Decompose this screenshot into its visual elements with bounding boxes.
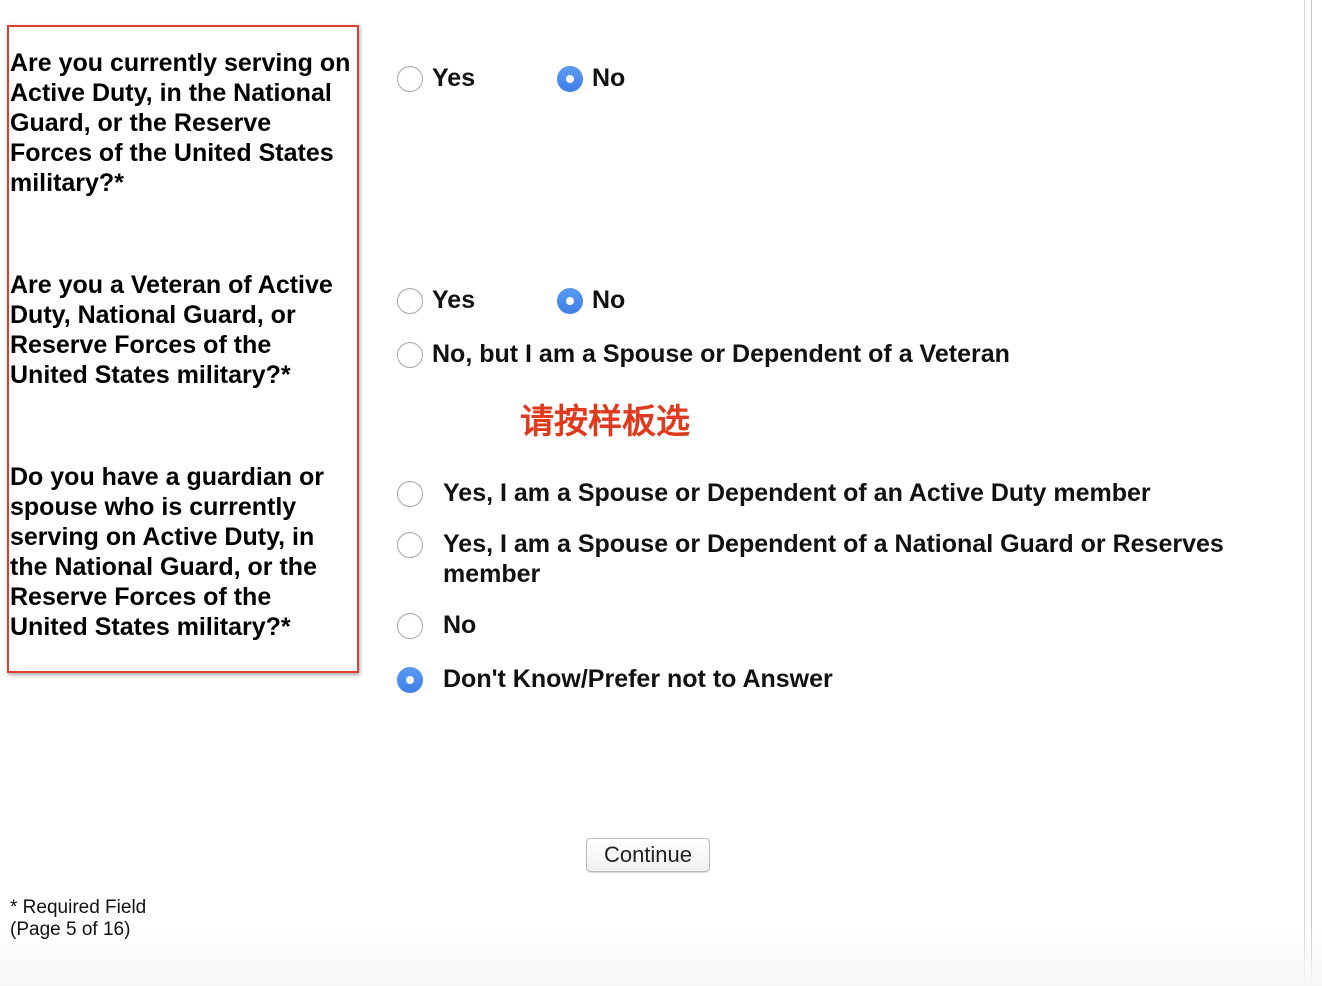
option-label: No (592, 64, 626, 92)
question-veteran: Are you a Veteran of Active Duty, Nation… (10, 271, 333, 389)
q2-option-no[interactable]: No (557, 286, 626, 315)
q3-option-no[interactable]: No (397, 611, 477, 640)
q1-option-no[interactable]: No (557, 64, 626, 93)
option-label: Yes (432, 64, 476, 92)
option-label: Don't Know/Prefer not to Answer (443, 665, 833, 693)
option-label: Yes (432, 286, 476, 314)
q3-option-spouse-active-duty[interactable]: Yes, I am a Spouse or Dependent of an Ac… (397, 479, 1277, 508)
instruction-annotation: 请按样板选 (520, 402, 690, 442)
page-indicator: (Page 5 of 16) (10, 919, 131, 940)
option-label: No, but I am a Spouse or Dependent of a … (432, 340, 1010, 368)
radio-button[interactable] (397, 532, 423, 558)
question-active-duty: Are you currently serving on Active Duty… (10, 49, 351, 197)
radio-button[interactable] (397, 481, 423, 507)
option-label: Yes, I am a Spouse or Dependent of a Nat… (443, 530, 1224, 588)
q1-option-yes[interactable]: Yes (397, 64, 476, 93)
q3-option-spouse-guard-reserves[interactable]: Yes, I am a Spouse or Dependent of a Nat… (397, 530, 1277, 589)
radio-button[interactable] (397, 613, 423, 639)
required-field-note: * Required Field (10, 897, 147, 918)
continue-button[interactable]: Continue (586, 838, 710, 872)
option-label: Yes, I am a Spouse or Dependent of an Ac… (443, 479, 1151, 507)
q2-option-yes[interactable]: Yes (397, 286, 476, 315)
radio-button[interactable] (397, 288, 423, 314)
radio-button-checked[interactable] (557, 288, 583, 314)
radio-button-checked[interactable] (397, 667, 423, 693)
q2-option-spouse-veteran[interactable]: No, but I am a Spouse or Dependent of a … (397, 340, 1010, 369)
option-label: No (592, 286, 626, 314)
window-right-edge (1304, 0, 1322, 986)
radio-button[interactable] (397, 66, 423, 92)
question-guardian-spouse: Do you have a guardian or spouse who is … (10, 463, 324, 641)
option-label: No (443, 611, 477, 639)
q3-option-dont-know[interactable]: Don't Know/Prefer not to Answer (397, 665, 833, 694)
radio-button-checked[interactable] (557, 66, 583, 92)
radio-button[interactable] (397, 342, 423, 368)
page-bottom-shade (0, 926, 1322, 986)
